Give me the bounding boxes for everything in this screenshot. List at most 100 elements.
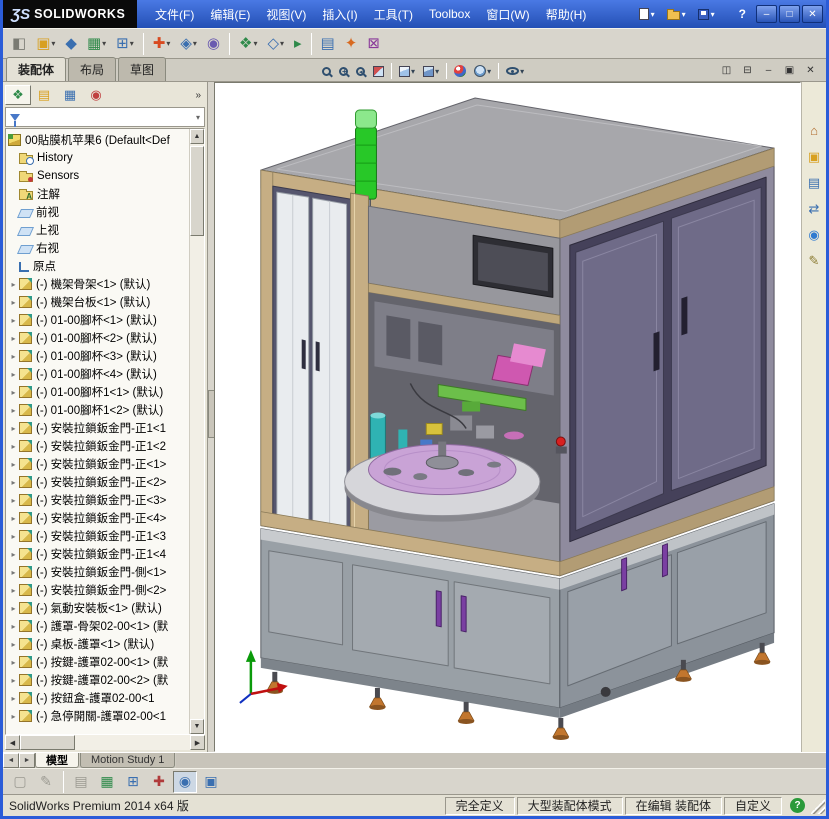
design-library-icon[interactable]: ▣ — [804, 146, 825, 167]
tree-item[interactable]: ▸(-) 01-00腳杯<1> (默认) — [6, 311, 189, 329]
reference-axes-icon[interactable]: ✚ — [147, 771, 171, 793]
view-palette-icon[interactable]: ⇄ — [804, 198, 825, 219]
tree-item[interactable]: ▸(-) 安裝拉鎖鈑金門-正<3> — [6, 491, 189, 509]
expand-arrow-icon[interactable]: ▸ — [8, 334, 19, 343]
filter-dropdown-icon[interactable]: ▾ — [196, 113, 200, 122]
tree-item[interactable]: ▸(-) 安裝拉鎖鈑金門-正1<4 — [6, 545, 189, 563]
grid-system-icon[interactable]: ⊞ — [121, 771, 145, 793]
panel-chevron-icon[interactable]: » — [191, 90, 205, 101]
tree-item[interactable]: 前视 — [6, 203, 189, 221]
pane-split-icon[interactable]: ⊟ — [738, 62, 757, 78]
expand-arrow-icon[interactable]: ▸ — [8, 496, 19, 505]
section-view-icon[interactable] — [370, 64, 387, 79]
tab-layout[interactable]: 布局 — [68, 57, 116, 81]
save-view-icon[interactable]: ▣ — [199, 771, 223, 793]
tree-item[interactable]: ▸(-) 機架台板<1> (默认) — [6, 293, 189, 311]
expand-arrow-icon[interactable]: ▸ — [8, 568, 19, 577]
tree-root-item[interactable]: 00貼膜机苹果6 (Default<Def — [6, 131, 189, 149]
expand-arrow-icon[interactable]: ▸ — [8, 532, 19, 541]
tab-scroll-right-icon[interactable]: ► — [19, 753, 35, 768]
expand-arrow-icon[interactable]: ▸ — [8, 442, 19, 451]
menu-insert[interactable]: 插入(I) — [314, 2, 365, 27]
appearances-scenes-icon[interactable]: ◉ — [804, 224, 825, 245]
horizontal-scroll-thumb[interactable] — [20, 735, 75, 750]
menu-tools[interactable]: 工具(T) — [366, 2, 421, 27]
tree-item[interactable]: ▸(-) 按鈕盒-護罩02-00<1 — [6, 689, 189, 707]
scroll-left-icon[interactable]: ◀ — [5, 735, 20, 750]
vertical-scroll-thumb[interactable] — [190, 146, 204, 236]
exploded-view-icon[interactable]: ✦ — [341, 32, 362, 56]
menu-file[interactable]: 文件(F) — [147, 2, 202, 27]
doc-close-icon[interactable]: ✕ — [801, 62, 820, 78]
tree-vertical-scrollbar[interactable]: ▲ ▼ — [189, 129, 204, 734]
tree-filter-bar[interactable]: ▾ — [5, 107, 205, 127]
solidworks-resources-icon[interactable]: ⌂ — [804, 120, 825, 141]
doc-restore-icon[interactable]: ▣ — [780, 62, 799, 78]
tree-item[interactable]: ▸(-) 安裝拉鎖鈑金門-側<1> — [6, 563, 189, 581]
close-button[interactable]: ✕ — [802, 5, 823, 23]
tree-item[interactable]: History — [6, 149, 189, 167]
tree-item[interactable]: ▸(-) 護罩-骨架02-00<1> (默 — [6, 617, 189, 635]
expand-arrow-icon[interactable]: ▸ — [8, 514, 19, 523]
open-document-icon[interactable]: ▾ — [663, 6, 690, 22]
tree-item[interactable]: ▸(-) 安裝拉鎖鈑金門-正<1> — [6, 455, 189, 473]
menu-toolbox[interactable]: Toolbox — [421, 3, 478, 25]
expand-arrow-icon[interactable]: ▸ — [8, 694, 19, 703]
expand-arrow-icon[interactable]: ▸ — [8, 658, 19, 667]
tree-item[interactable]: ▸(-) 安裝拉鎖鈑金門-正<4> — [6, 509, 189, 527]
open-recent-icon[interactable]: ▣▾ — [32, 32, 59, 56]
tree-horizontal-scrollbar[interactable]: ◀ ▶ — [5, 735, 205, 750]
bill-of-materials-icon[interactable]: ▤ — [317, 32, 339, 56]
resize-grip[interactable] — [811, 798, 825, 814]
machine-assembly-model[interactable] — [261, 98, 774, 740]
linear-component-pattern-icon[interactable]: ▦▾ — [83, 32, 110, 56]
tree-item[interactable]: 上视 — [6, 221, 189, 239]
tree-item[interactable]: ▸(-) 01-00腳杯<3> (默认) — [6, 347, 189, 365]
tree-item[interactable]: ▸(-) 氣動安裝板<1> (默认) — [6, 599, 189, 617]
ambient-view-icon[interactable]: ◉ — [173, 771, 197, 793]
pane-left-icon[interactable]: ◫ — [717, 62, 736, 78]
apply-scene-icon[interactable]: ▾ — [471, 63, 494, 79]
menu-edit[interactable]: 编辑(E) — [202, 2, 258, 27]
tree-item[interactable]: ▸(-) 機架骨架<1> (默认) — [6, 275, 189, 293]
hide-show-tree-icon[interactable]: ◧ — [8, 32, 30, 56]
expand-arrow-icon[interactable]: ▸ — [8, 604, 19, 613]
show-hidden-components-icon[interactable]: ◉ — [203, 32, 224, 56]
left-door-panels[interactable] — [273, 186, 351, 534]
tree-item[interactable]: ▸(-) 桌板-護罩<1> (默认) — [6, 635, 189, 653]
move-component-icon[interactable]: ◈▾ — [176, 32, 201, 56]
expand-arrow-icon[interactable]: ▸ — [8, 640, 19, 649]
doc-minimize-icon[interactable]: – — [759, 62, 778, 78]
status-help-icon[interactable]: ? — [790, 798, 805, 813]
expand-arrow-icon[interactable]: ▸ — [8, 280, 19, 289]
interference-detection-icon[interactable]: ⊠ — [363, 32, 384, 56]
expand-arrow-icon[interactable]: ▸ — [8, 370, 19, 379]
table-tool-icon[interactable]: ▦ — [95, 771, 119, 793]
insert-components-icon[interactable]: ⊞▾ — [112, 32, 138, 56]
expand-arrow-icon[interactable]: ▸ — [8, 388, 19, 397]
tab-assembly[interactable]: 装配体 — [6, 57, 66, 81]
doc-tab-模型[interactable]: 模型 — [35, 753, 79, 768]
display-style-icon[interactable]: ▾ — [420, 64, 442, 79]
mate-icon[interactable]: ◆ — [61, 32, 81, 56]
menu-help[interactable]: 帮助(H) — [538, 2, 595, 27]
tree-item[interactable]: ▸(-) 安裝拉鎖鈑金門-正<2> — [6, 473, 189, 491]
tree-item[interactable]: Sensors — [6, 167, 189, 185]
expand-arrow-icon[interactable]: ▸ — [8, 586, 19, 595]
expand-arrow-icon[interactable]: ▸ — [8, 622, 19, 631]
assembly-features-icon[interactable]: ❖▾ — [235, 32, 261, 56]
save-icon[interactable]: ▾ — [694, 7, 719, 22]
propertymanager-tab-icon[interactable]: ▤ — [31, 85, 57, 105]
tree-item[interactable]: ▸(-) 安裝拉鎖鈑金門-側<2> — [6, 581, 189, 599]
menu-view[interactable]: 视图(V) — [258, 2, 314, 27]
smart-fasteners-icon[interactable]: ✚▾ — [149, 32, 175, 56]
tree-item[interactable]: ▸(-) 按鍵-護罩02-00<1> (默 — [6, 653, 189, 671]
expand-arrow-icon[interactable]: ▸ — [8, 316, 19, 325]
expand-arrow-icon[interactable]: ▸ — [8, 352, 19, 361]
tree-item[interactable]: ▸(-) 01-00腳杯<2> (默认) — [6, 329, 189, 347]
tree-item[interactable]: ▸(-) 按鍵-護罩02-00<2> (默 — [6, 671, 189, 689]
configurationmanager-tab-icon[interactable]: ▦ — [57, 85, 83, 105]
zoom-fit-icon[interactable] — [319, 65, 334, 78]
tree-item[interactable]: ▸(-) 安裝拉鎖鈑金門-正1<3 — [6, 527, 189, 545]
graphics-area[interactable] — [215, 83, 800, 751]
